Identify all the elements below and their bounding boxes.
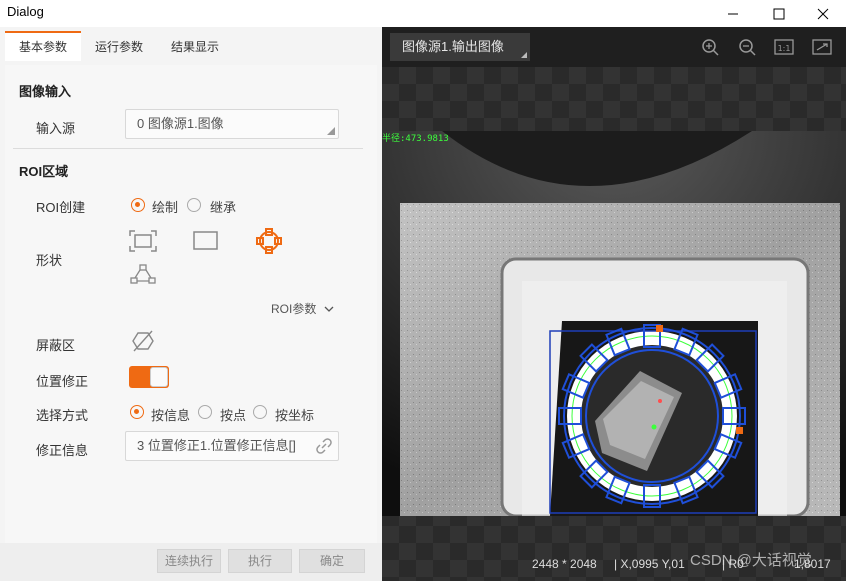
roi-create-inherit-radio[interactable] bbox=[187, 198, 201, 212]
svg-text:1:1: 1:1 bbox=[778, 44, 791, 53]
shape-circle-ring-icon[interactable] bbox=[254, 226, 284, 256]
divider bbox=[13, 148, 363, 149]
title-bar: Dialog bbox=[0, 0, 846, 27]
watermark-text: CSDN @大话视觉 bbox=[690, 552, 812, 569]
tab-bar: 基本参数 运行参数 结果显示 bbox=[0, 27, 382, 65]
input-source-value: 0 图像源1.图像 bbox=[137, 116, 224, 131]
link-icon[interactable] bbox=[316, 438, 332, 454]
minimize-icon bbox=[728, 13, 738, 14]
roi-create-label: ROI创建 bbox=[36, 200, 86, 215]
fix-info-input[interactable]: 3 位置修正1.位置修正信息[] bbox=[125, 431, 339, 461]
viewer-tab-label: 图像源1.输出图像 bbox=[402, 39, 504, 54]
dropdown-corner-icon bbox=[521, 52, 527, 58]
basic-params-panel: 图像输入 输入源 0 图像源1.图像 ROI区域 ROI创建 绘制 继承 形状 bbox=[5, 65, 377, 543]
dropdown-corner-icon bbox=[327, 127, 335, 135]
fix-info-label: 修正信息 bbox=[36, 443, 89, 458]
input-source-label: 输入源 bbox=[36, 121, 76, 136]
shape-polygon-icon[interactable] bbox=[129, 263, 157, 285]
button-bar: 连续执行 执行 确定 bbox=[0, 543, 382, 581]
fit-window-icon[interactable] bbox=[812, 37, 832, 57]
ok-button[interactable]: 确定 bbox=[299, 549, 365, 573]
position-fix-toggle[interactable] bbox=[129, 366, 169, 388]
select-method-label: 选择方式 bbox=[36, 408, 89, 423]
window-title: Dialog bbox=[7, 4, 44, 19]
roi-params-toggle[interactable]: ROI参数 bbox=[271, 300, 334, 317]
shape-rectangle-icon[interactable] bbox=[193, 231, 219, 251]
image-viewer: 图像源1.输出图像 1:1 半径:473.9813 2448 * 2048 | … bbox=[382, 27, 846, 581]
chevron-down-icon bbox=[324, 306, 334, 312]
section-roi: ROI区域 bbox=[19, 164, 69, 179]
zoom-in-icon[interactable] bbox=[700, 37, 720, 57]
run-button[interactable]: 执行 bbox=[228, 549, 292, 573]
close-icon bbox=[817, 8, 829, 19]
select-by-point-label: 按点 bbox=[220, 408, 247, 423]
tab-basic-params[interactable]: 基本参数 bbox=[5, 31, 81, 61]
cursor-coord-text: | X,0995 Y,01 bbox=[614, 557, 685, 571]
zoom-out-icon[interactable] bbox=[737, 37, 757, 57]
select-by-info-label: 按信息 bbox=[151, 408, 191, 423]
input-source-select[interactable]: 0 图像源1.图像 bbox=[125, 109, 339, 139]
maximize-icon bbox=[773, 8, 785, 19]
minimize-button[interactable] bbox=[710, 0, 756, 27]
viewer-tab[interactable]: 图像源1.输出图像 bbox=[390, 33, 530, 61]
fix-info-value: 3 位置修正1.位置修正信息[] bbox=[137, 438, 296, 453]
shape-box-select-icon[interactable] bbox=[129, 230, 157, 252]
select-by-info-radio[interactable] bbox=[130, 405, 144, 419]
run-continuous-button[interactable]: 连续执行 bbox=[157, 549, 221, 573]
roi-params-label: ROI参数 bbox=[271, 302, 317, 316]
actual-size-icon[interactable]: 1:1 bbox=[774, 37, 794, 57]
section-image-input: 图像输入 bbox=[19, 84, 72, 99]
toggle-knob bbox=[150, 367, 168, 387]
roi-create-draw-radio[interactable] bbox=[131, 198, 145, 212]
mask-label: 屏蔽区 bbox=[36, 338, 76, 353]
select-by-point-radio[interactable] bbox=[198, 405, 212, 419]
image-size-text: 2448 * 2048 bbox=[532, 557, 597, 571]
select-by-coord-label: 按坐标 bbox=[275, 408, 315, 423]
select-by-coord-radio[interactable] bbox=[253, 405, 267, 419]
position-fix-label: 位置修正 bbox=[36, 374, 89, 389]
shape-label: 形状 bbox=[36, 253, 63, 268]
close-button[interactable] bbox=[800, 0, 846, 27]
inspection-image[interactable] bbox=[382, 131, 846, 516]
tab-result-display[interactable]: 结果显示 bbox=[160, 33, 230, 61]
roi-create-draw-label: 绘制 bbox=[152, 200, 179, 215]
maximize-button[interactable] bbox=[756, 0, 802, 27]
mask-region-icon[interactable] bbox=[131, 329, 155, 353]
roi-create-inherit-label: 继承 bbox=[210, 200, 237, 215]
settings-panel: 基本参数 运行参数 结果显示 图像输入 输入源 0 图像源1.图像 ROI区域 … bbox=[0, 27, 382, 581]
tab-run-params[interactable]: 运行参数 bbox=[86, 33, 152, 61]
radius-overlay-text: 半径:473.9813 bbox=[382, 134, 449, 144]
